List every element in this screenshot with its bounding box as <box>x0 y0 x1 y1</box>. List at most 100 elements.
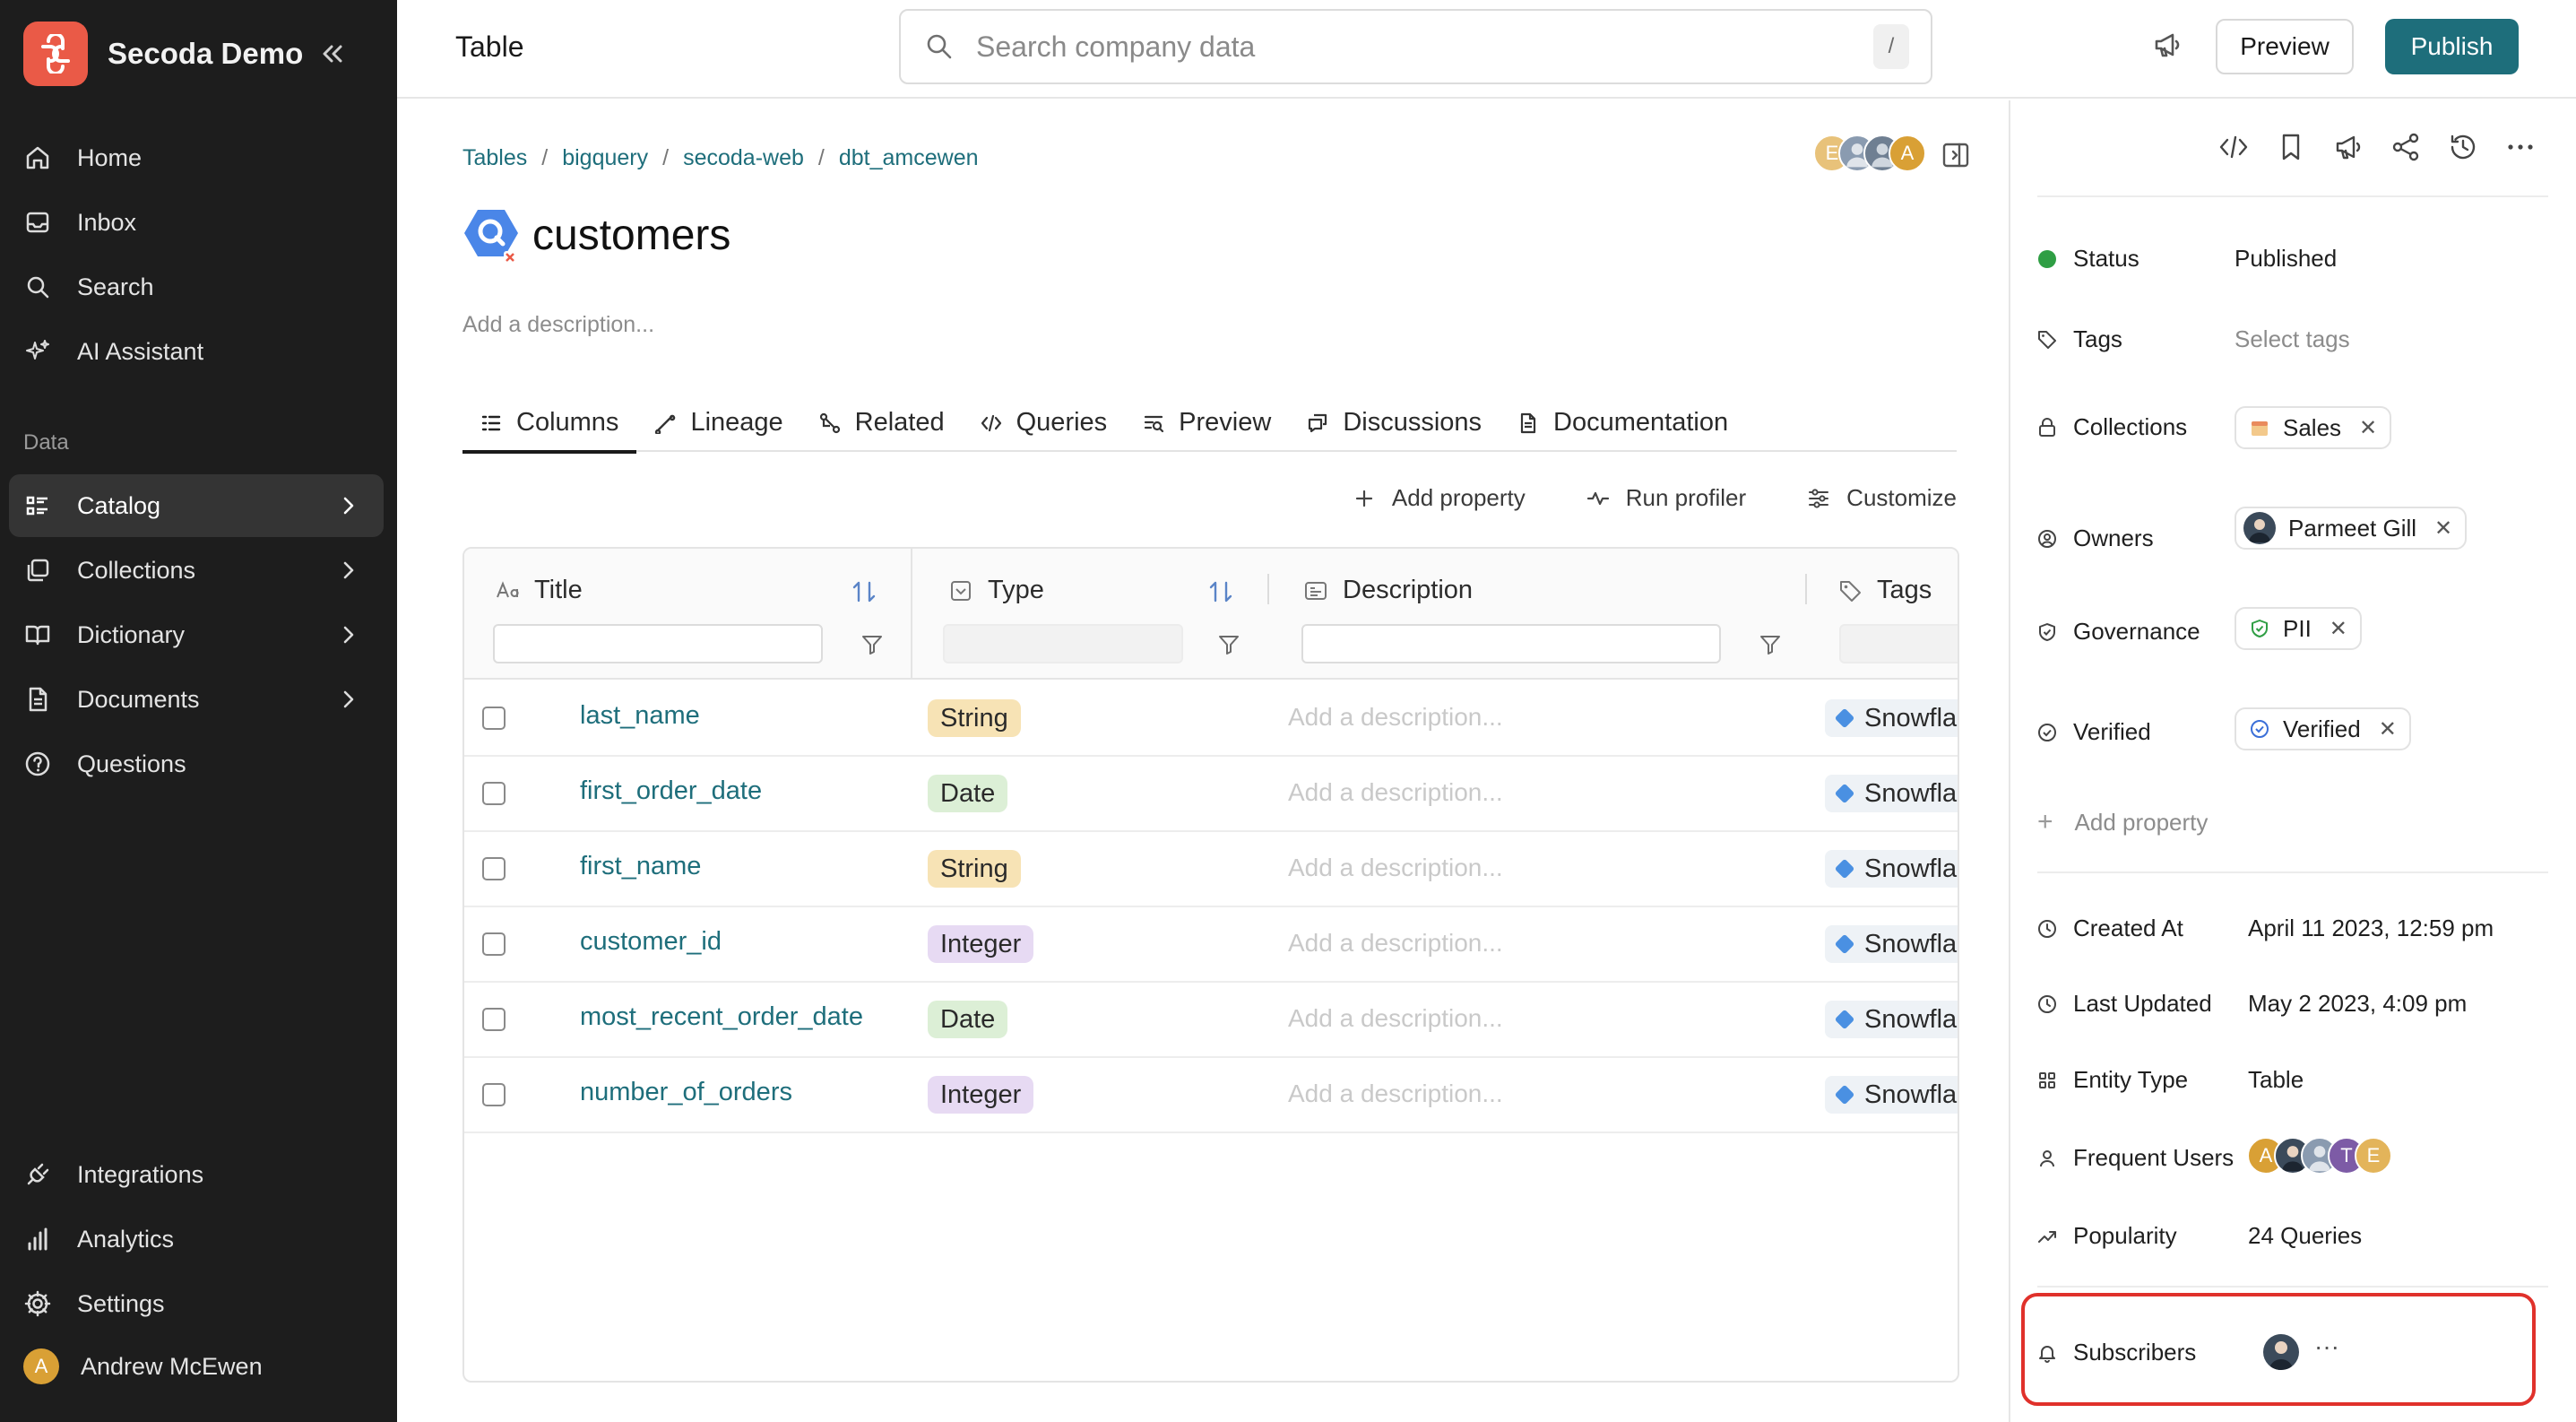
sort-icon[interactable] <box>1206 577 1235 606</box>
close-icon[interactable]: ✕ <box>2379 716 2397 742</box>
breadcrumb-item[interactable]: dbt_amcewen <box>839 145 979 171</box>
type-badge[interactable]: Integer <box>928 925 1034 963</box>
announcement-icon[interactable] <box>2149 27 2185 63</box>
description-cell[interactable]: Add a description... <box>1288 1004 1503 1033</box>
run-profiler-button[interactable]: Run profiler <box>1586 484 1746 512</box>
sidebar-item-analytics[interactable]: Analytics <box>9 1208 384 1270</box>
code-icon[interactable] <box>2217 131 2250 163</box>
column-name-link[interactable]: number_of_orders <box>580 1078 792 1107</box>
row-checkbox[interactable] <box>482 1083 506 1106</box>
status-value[interactable]: Published <box>2235 245 2337 273</box>
customize-button[interactable]: Customize <box>1807 484 1957 512</box>
tags-select[interactable]: Select tags <box>2235 325 2350 353</box>
add-property-button[interactable]: Add property <box>1353 484 1526 512</box>
description-cell[interactable]: Add a description... <box>1288 1080 1503 1108</box>
description-cell[interactable]: Add a description... <box>1288 929 1503 958</box>
sidebar-item-questions[interactable]: Questions <box>9 733 384 795</box>
close-icon[interactable]: ✕ <box>2359 415 2377 441</box>
collapse-sidebar-icon[interactable] <box>314 36 350 72</box>
tab-lineage[interactable]: Lineage <box>636 393 800 452</box>
tag-chip[interactable]: Snowflake <box>1825 699 1958 737</box>
tab-related[interactable]: Related <box>801 393 963 452</box>
description-input[interactable]: Add a description... <box>462 312 654 338</box>
history-icon[interactable] <box>2447 131 2479 163</box>
table-row[interactable]: first_name String Add a description... S… <box>464 832 1958 907</box>
more-icon[interactable] <box>2504 131 2537 163</box>
announcement-icon[interactable] <box>2332 131 2364 163</box>
frequent-user-avatars[interactable]: A T E <box>2247 1137 2392 1175</box>
column-name-link[interactable]: first_order_date <box>580 776 762 806</box>
governance-chip[interactable]: PII ✕ <box>2235 607 2362 650</box>
tab-preview[interactable]: Preview <box>1125 393 1289 452</box>
share-icon[interactable] <box>2390 131 2422 163</box>
sidebar-item-settings[interactable]: Settings <box>9 1272 384 1335</box>
avatar[interactable] <box>2263 1334 2299 1370</box>
breadcrumb-item[interactable]: bigquery <box>562 145 648 171</box>
column-name-link[interactable]: most_recent_order_date <box>580 1002 863 1032</box>
tag-chip[interactable]: Snowflake <box>1825 850 1958 888</box>
collection-chip[interactable]: Sales ✕ <box>2235 406 2392 449</box>
bookmark-icon[interactable] <box>2275 131 2307 163</box>
description-filter-input[interactable] <box>1301 624 1721 663</box>
preview-button[interactable]: Preview <box>2216 19 2354 74</box>
sidebar-item-search[interactable]: Search <box>9 256 384 318</box>
tab-queries[interactable]: Queries <box>963 393 1126 452</box>
tag-chip[interactable]: Snowflake <box>1825 925 1958 963</box>
sidebar-item-collections[interactable]: Collections <box>9 539 384 602</box>
close-icon[interactable]: ✕ <box>2434 516 2452 542</box>
row-checkbox[interactable] <box>482 1008 506 1031</box>
type-filter-input[interactable] <box>943 624 1183 663</box>
sidebar-item-catalog[interactable]: Catalog <box>9 474 384 537</box>
sidebar-item-dictionary[interactable]: Dictionary <box>9 603 384 666</box>
breadcrumb-item[interactable]: Tables <box>462 145 527 171</box>
filter-icon[interactable] <box>860 633 884 656</box>
column-name-link[interactable]: customer_id <box>580 927 722 957</box>
publish-button[interactable]: Publish <box>2385 19 2519 74</box>
title-filter-input[interactable] <box>493 624 823 663</box>
tag-chip[interactable]: Snowflake <box>1825 1076 1958 1114</box>
sidebar-item-inbox[interactable]: Inbox <box>9 191 384 254</box>
description-cell[interactable]: Add a description... <box>1288 778 1503 807</box>
sidebar-item-integrations[interactable]: Integrations <box>9 1143 384 1206</box>
sidebar-item-documents[interactable]: Documents <box>9 668 384 731</box>
tags-filter-input[interactable] <box>1839 624 1958 663</box>
page-title[interactable]: customers <box>532 211 730 260</box>
tag-chip[interactable]: Snowflake <box>1825 775 1958 812</box>
sort-icon[interactable] <box>850 577 878 606</box>
row-checkbox[interactable] <box>482 782 506 805</box>
close-icon[interactable]: ✕ <box>2330 616 2347 642</box>
column-name-link[interactable]: first_name <box>580 852 701 881</box>
table-row[interactable]: last_name String Add a description... Sn… <box>464 681 1958 757</box>
viewer-avatars[interactable]: E A <box>1813 134 1926 172</box>
table-row[interactable]: number_of_orders Integer Add a descripti… <box>464 1058 1958 1133</box>
filter-icon[interactable] <box>1759 633 1782 656</box>
sidebar-item-ai-assistant[interactable]: AI Assistant <box>9 320 384 383</box>
breadcrumb-item[interactable]: secoda-web <box>683 145 804 171</box>
tab-documentation[interactable]: Documentation <box>1500 393 1746 452</box>
column-name-link[interactable]: last_name <box>580 701 700 731</box>
description-cell[interactable]: Add a description... <box>1288 854 1503 882</box>
sidebar-item-home[interactable]: Home <box>9 126 384 189</box>
filter-icon[interactable] <box>1217 633 1240 656</box>
table-row[interactable]: most_recent_order_date Date Add a descri… <box>464 983 1958 1058</box>
tag-chip[interactable]: Snowflake <box>1825 1001 1958 1038</box>
row-checkbox[interactable] <box>482 857 506 880</box>
more-subscribers-icon[interactable]: ··· <box>2314 1332 2339 1361</box>
tab-columns[interactable]: Columns <box>462 393 637 454</box>
owner-chip[interactable]: Parmeet Gill ✕ <box>2235 507 2468 550</box>
row-checkbox[interactable] <box>482 707 506 730</box>
type-badge[interactable]: Date <box>928 775 1008 812</box>
tab-discussions[interactable]: Discussions <box>1289 393 1500 452</box>
table-row[interactable]: customer_id Integer Add a description...… <box>464 907 1958 983</box>
type-badge[interactable]: String <box>928 850 1021 888</box>
search-input[interactable]: Search company data / <box>899 9 1932 84</box>
verified-chip[interactable]: Verified ✕ <box>2235 707 2411 750</box>
type-badge[interactable]: Integer <box>928 1076 1034 1114</box>
row-checkbox[interactable] <box>482 932 506 956</box>
type-badge[interactable]: String <box>928 699 1021 737</box>
type-badge[interactable]: Date <box>928 1001 1008 1038</box>
table-row[interactable]: first_order_date Date Add a description.… <box>464 757 1958 832</box>
toggle-sidebar-icon[interactable] <box>1941 140 1971 170</box>
user-menu[interactable]: A Andrew McEwen <box>23 1348 263 1384</box>
add-property-link[interactable]: + Add property <box>2037 807 2208 837</box>
